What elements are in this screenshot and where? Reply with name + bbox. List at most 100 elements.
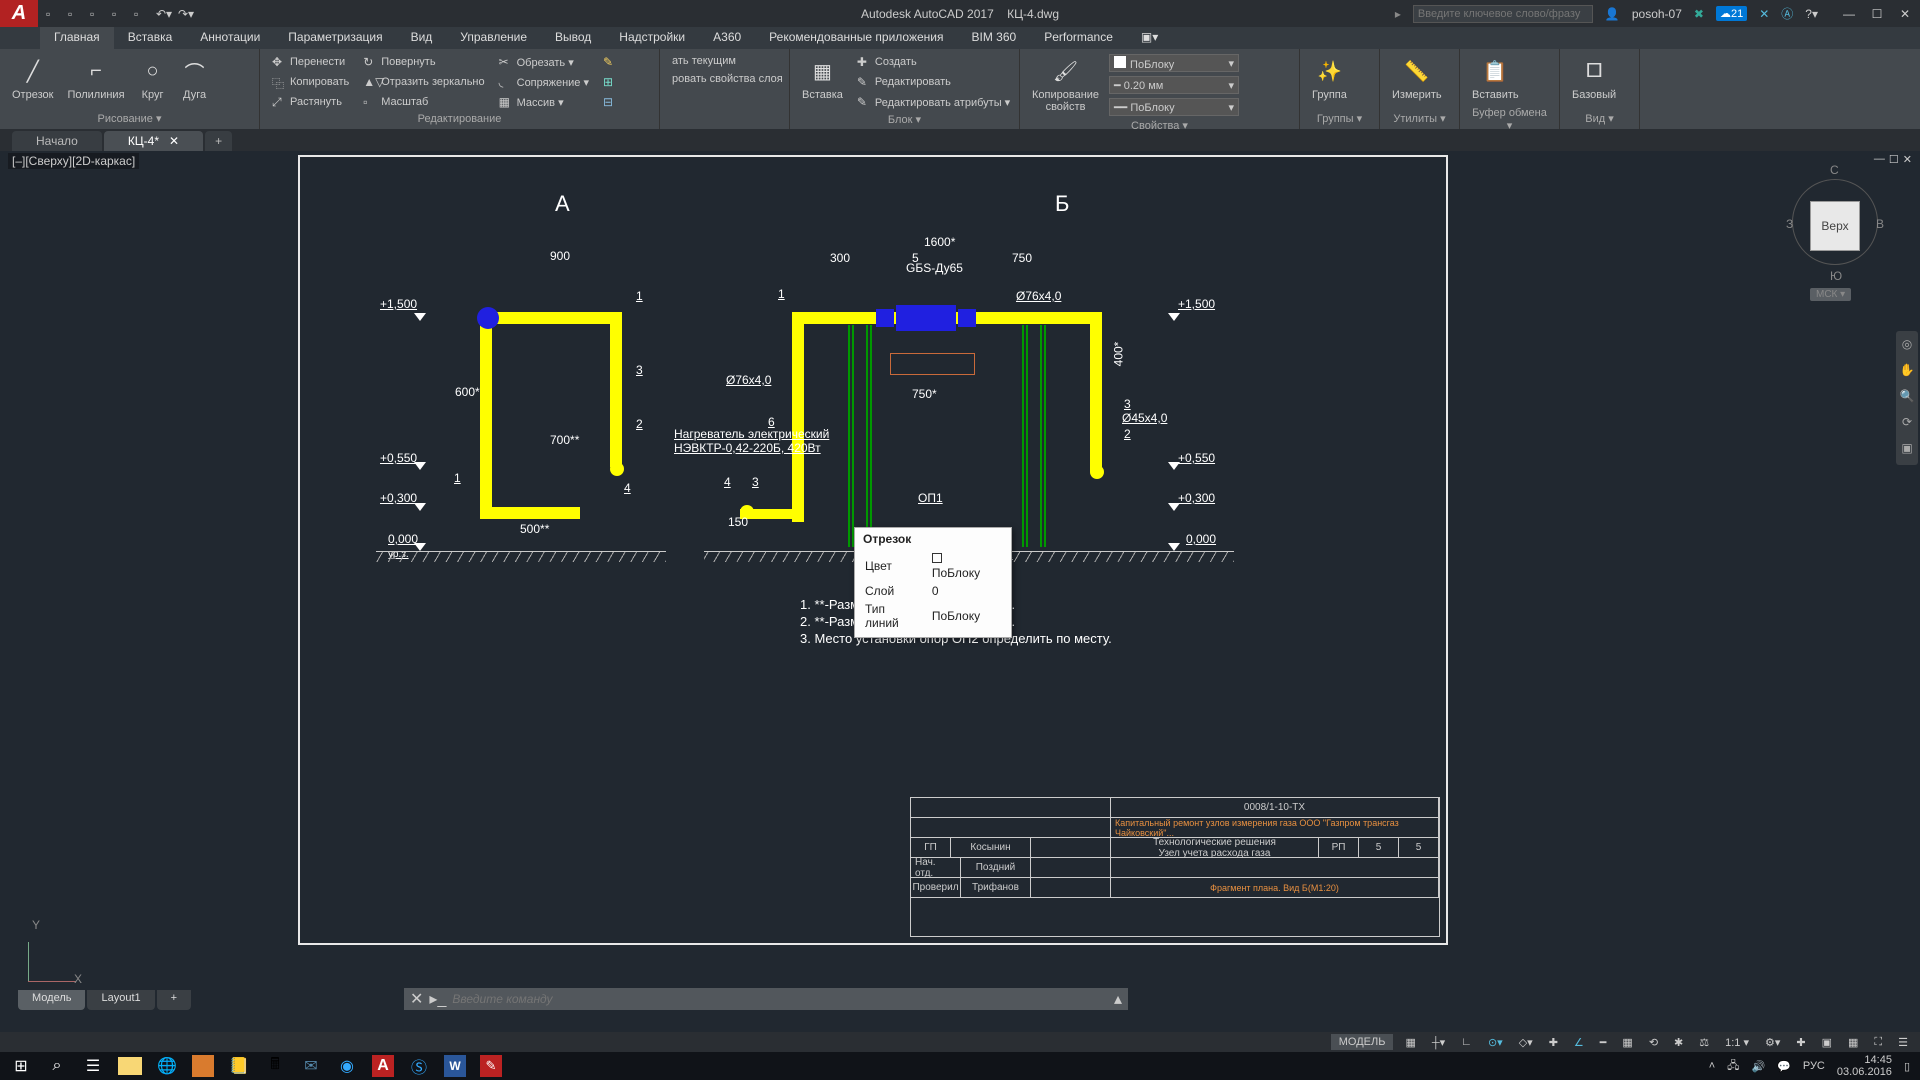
autocad-taskbar-icon[interactable]: A [372,1055,394,1077]
notes-icon[interactable]: 📒 [228,1055,250,1077]
app-logo[interactable]: A [0,0,38,27]
command-line[interactable]: ✕ ▸_ ▴ [404,988,1128,1010]
redo-icon[interactable]: ↷▾ [178,7,192,21]
tab-model[interactable]: Модель [18,990,85,1010]
tab-layout1[interactable]: Layout1 [87,990,154,1010]
block-create-button[interactable]: ✚Создать [853,53,1014,71]
status-annomon-icon[interactable]: ✱ [1670,1034,1687,1051]
close-button[interactable]: ✕ [1898,7,1912,21]
tab-a360[interactable]: A360 [699,27,755,49]
tab-addins[interactable]: Надстройки [605,27,699,49]
viewcube-wcs[interactable]: МСК ▾ [1810,288,1851,301]
new-icon[interactable]: ▫ [46,7,60,21]
block-edit-button[interactable]: ✎Редактировать [853,73,1014,91]
edge-icon[interactable]: ◉ [336,1055,358,1077]
status-gear-icon[interactable]: ⚙▾ [1761,1034,1784,1051]
block-panel-label[interactable]: Блок ▾ [798,111,1011,126]
taskview-icon[interactable]: ☰ [82,1055,104,1077]
modify-panel-label[interactable]: Редактирование [268,111,651,125]
layer-match[interactable]: ровать свойства слоя [668,71,781,87]
status-grid-icon[interactable]: ▦ [1401,1034,1419,1051]
status-model[interactable]: МОДЕЛЬ [1331,1034,1394,1050]
open-icon[interactable]: ▫ [68,7,82,21]
tab-home[interactable]: Главная [40,27,114,49]
word-icon[interactable]: W [444,1055,466,1077]
viewcube-e[interactable]: В [1876,217,1884,231]
utils-panel-label[interactable]: Утилиты ▾ [1388,110,1451,125]
status-3dosnap-icon[interactable]: ✚ [1545,1034,1562,1051]
rotate-button[interactable]: ↻Повернуть [359,53,488,71]
status-polar-icon[interactable]: ⊙▾ [1484,1034,1507,1051]
props-panel-label[interactable]: Свойства ▾ [1028,117,1291,132]
measure-button[interactable]: 📏Измерить [1388,53,1446,110]
status-lwt-icon[interactable]: ━ [1596,1034,1611,1051]
status-menu-icon[interactable]: ☰ [1894,1034,1912,1051]
status-cycle-icon[interactable]: ⟲ [1645,1034,1662,1051]
plot-icon[interactable]: ▫ [134,7,148,21]
saveas-icon[interactable]: ▫ [112,7,126,21]
cmd-chevron-icon[interactable]: ▸_ [429,989,446,1009]
status-plus-icon[interactable]: ✚ [1792,1034,1809,1051]
tab-annotate[interactable]: Аннотации [186,27,274,49]
vp-close[interactable]: ✕ [1903,153,1912,166]
tab-view[interactable]: Вид [397,27,447,49]
tab-drawing[interactable]: КЦ-4* ✕ [104,131,203,151]
cmd-expand-icon[interactable]: ▴ [1114,989,1122,1009]
polyline-button[interactable]: ⌐Полилиния [63,53,128,110]
fillet-button[interactable]: ◟Сопряжение ▾ [495,73,593,91]
search-icon[interactable]: ⌕ [46,1055,68,1077]
exchange-icon[interactable]: ✖ [1694,7,1704,21]
linetype-combo[interactable]: ━━ ПоБлоку▾ [1109,98,1239,116]
mod-icon-3[interactable]: ⊟ [599,93,621,111]
undo-icon[interactable]: ↶▾ [156,7,170,21]
scale-button[interactable]: ▫Масштаб [359,93,488,111]
layer-current[interactable]: ать текущим [668,53,781,69]
canvas[interactable]: А Б 900 700** 600* 500** +1,500 +0,550 +… [8,151,1548,1010]
tray-chevron-icon[interactable]: ˄ [1709,1060,1715,1072]
clip-panel-label[interactable]: Буфер обмена ▾ [1468,105,1551,132]
tab-manage[interactable]: Управление [446,27,541,49]
tray-notif-icon[interactable]: 💬 [1777,1060,1791,1073]
tab-output[interactable]: Вывод [541,27,605,49]
tab-add[interactable]: + [205,131,232,151]
skype-icon[interactable]: Ⓢ [408,1055,430,1077]
baseview-button[interactable]: 🞐Базовый [1568,53,1620,110]
a-icon[interactable]: Ⓐ [1781,5,1793,22]
status-snap-icon[interactable]: ┼▾ [1428,1034,1449,1051]
block-attr-button[interactable]: ✎Редактировать атрибуты ▾ [853,93,1014,111]
view-panel-label[interactable]: Вид ▾ [1568,110,1631,125]
tab-performance[interactable]: Performance [1030,27,1127,49]
mirror-button[interactable]: ▲▽Отразить зеркально [359,73,488,91]
viewcube[interactable]: Верх С Ю З В МСК ▾ [1780,161,1890,301]
status-annoscale-icon[interactable]: ⚖ [1695,1034,1713,1051]
status-otrack-icon[interactable]: ∠ [1570,1034,1588,1051]
mod-icon-2[interactable]: ⊞ [599,73,621,91]
paste-button[interactable]: 📋Вставить [1468,53,1523,105]
mail-icon[interactable]: ✉ [300,1055,322,1077]
vp-maximize[interactable]: ☐ [1889,153,1899,166]
nav-pan-icon[interactable]: ✋ [1898,363,1916,381]
nav-zoom-icon[interactable]: 🔍 [1898,389,1916,407]
tray-network-icon[interactable]: 🖧 [1727,1057,1739,1076]
trim-button[interactable]: ✂Обрезать ▾ [495,53,593,71]
viewcube-s[interactable]: Ю [1830,269,1842,283]
block-insert-button[interactable]: ▦Вставка [798,53,847,111]
search-triangle-icon[interactable]: ▸ [1395,7,1401,21]
maximize-button[interactable]: ☐ [1870,7,1884,21]
array-button[interactable]: ▦Массив ▾ [495,93,593,111]
tab-bim360[interactable]: BIM 360 [958,27,1031,49]
tab-layout-add[interactable]: + [157,990,191,1010]
status-qp-icon[interactable]: ▣ [1818,1034,1836,1051]
drawing-viewport[interactable]: [–][Сверху][2D-каркас] — ☐ ✕ А Б 900 700… [0,151,1920,1032]
nav-showmotion-icon[interactable]: ▣ [1898,441,1916,459]
app-icon[interactable] [192,1055,214,1077]
viewcube-w[interactable]: З [1786,217,1793,231]
chrome-icon[interactable]: 🌐 [156,1055,178,1077]
mod-icon-1[interactable]: ✎ [599,53,621,71]
explorer-icon[interactable] [118,1057,142,1075]
viewcube-top[interactable]: Верх [1810,201,1860,251]
tab-insert[interactable]: Вставка [114,27,187,49]
user-name[interactable]: posoh-07 [1632,7,1682,21]
lineweight-combo[interactable]: ━ 0.20 мм▾ [1109,76,1239,94]
tray-clock[interactable]: 14:4503.06.2016 [1837,1054,1892,1078]
